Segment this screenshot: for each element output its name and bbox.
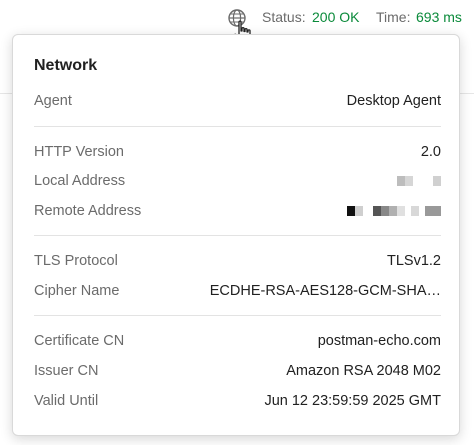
background-divider bbox=[460, 93, 474, 94]
status-label: Status: bbox=[262, 9, 306, 25]
valid-until-row: Valid Until Jun 12 23:59:59 2025 GMT bbox=[34, 391, 441, 411]
background-divider bbox=[0, 93, 12, 94]
time-value[interactable]: 693 ms bbox=[416, 9, 462, 25]
valid-until-value: Jun 12 23:59:59 2025 GMT bbox=[264, 393, 441, 409]
valid-until-label: Valid Until bbox=[34, 393, 99, 409]
response-status-bar: Status: 200 OK Time: 693 ms bbox=[0, 0, 474, 45]
http-version-value: 2.0 bbox=[420, 144, 441, 160]
certificate-cn-value: postman-echo.com bbox=[317, 333, 441, 349]
http-version-row: HTTP Version 2.0 bbox=[34, 142, 441, 162]
tls-protocol-row: TLS Protocol TLSv1.2 bbox=[34, 251, 441, 271]
tls-protocol-label: TLS Protocol bbox=[34, 253, 118, 269]
popover-title: Network bbox=[34, 57, 98, 74]
local-address-label: Local Address bbox=[34, 173, 126, 189]
issuer-cn-value: Amazon RSA 2048 M02 bbox=[286, 363, 441, 379]
network-info-popover: Network Agent Desktop Agent HTTP Version… bbox=[12, 34, 460, 436]
issuer-cn-row: Issuer CN Amazon RSA 2048 M02 bbox=[34, 361, 441, 381]
local-address-redacted-value bbox=[397, 175, 441, 187]
section-divider bbox=[34, 235, 441, 236]
agent-row: Agent Desktop Agent bbox=[34, 91, 441, 111]
local-address-row: Local Address bbox=[34, 171, 441, 191]
certificate-cn-label: Certificate CN bbox=[34, 333, 125, 349]
remote-address-label: Remote Address bbox=[34, 203, 142, 219]
tls-protocol-value: TLSv1.2 bbox=[387, 253, 441, 269]
status-value[interactable]: 200 OK bbox=[312, 9, 359, 25]
agent-value: Desktop Agent bbox=[346, 93, 441, 109]
section-divider bbox=[34, 126, 441, 127]
agent-label: Agent bbox=[34, 93, 72, 109]
cipher-name-row: Cipher Name ECDHE-RSA-AES128-GCM-SHA… bbox=[34, 281, 441, 301]
remote-address-row: Remote Address bbox=[34, 201, 441, 221]
section-divider bbox=[34, 315, 441, 316]
remote-address-redacted-value bbox=[347, 205, 441, 217]
cipher-name-label: Cipher Name bbox=[34, 283, 120, 299]
time-label: Time: bbox=[376, 9, 411, 25]
certificate-cn-row: Certificate CN postman-echo.com bbox=[34, 331, 441, 351]
http-version-label: HTTP Version bbox=[34, 144, 124, 160]
issuer-cn-label: Issuer CN bbox=[34, 363, 99, 379]
cipher-name-value: ECDHE-RSA-AES128-GCM-SHA… bbox=[209, 283, 441, 299]
